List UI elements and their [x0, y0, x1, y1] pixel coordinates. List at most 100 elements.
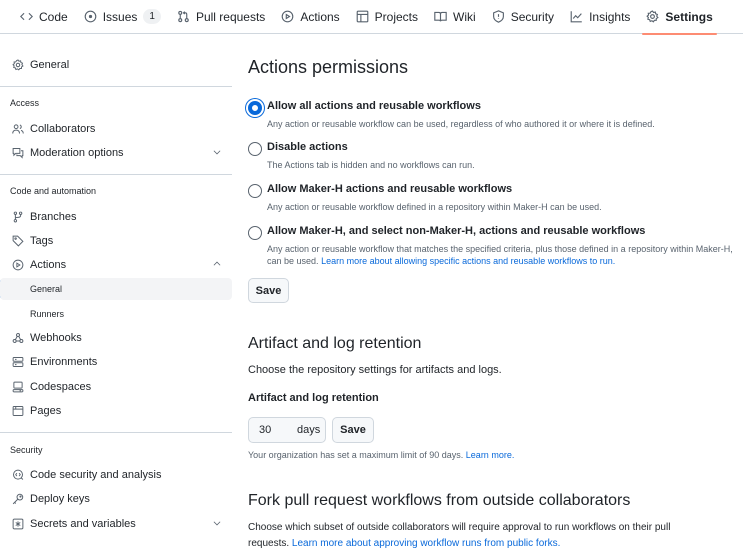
server-icon — [12, 357, 24, 367]
radio-label: Disable actions — [267, 141, 348, 153]
learn-more-link[interactable]: Learn more about approving workflow runs… — [292, 538, 560, 549]
sidebar-heading-code-automation: Code and automation — [10, 186, 97, 196]
sidebar-item-branches[interactable]: Branches — [0, 206, 232, 228]
radio-label: Allow Maker-H actions and reusable workf… — [267, 183, 513, 195]
tab-insights[interactable]: Insights — [562, 0, 638, 34]
radio-label: Allow Maker-H, and select non-Maker-H, a… — [267, 225, 646, 237]
retention-days-value: 30 — [259, 424, 272, 436]
issues-count-badge: 1 — [143, 9, 161, 24]
sidebar-divider — [0, 432, 232, 433]
sidebar-item-general[interactable]: General — [0, 54, 232, 76]
fork-pr-description-line2: requests. Learn more about approving wor… — [248, 538, 560, 549]
tag-icon — [12, 235, 24, 247]
radio-description: Any action or reusable workflow can be u… — [267, 119, 655, 129]
retention-note-text: Your organization has set a maximum limi… — [248, 450, 464, 460]
radio-option-allow-org[interactable]: Allow Maker-H actions and reusable workf… — [248, 183, 743, 213]
sidebar-item-label: Secrets and variables — [30, 518, 136, 530]
sidebar-item-tags[interactable]: Tags — [0, 230, 232, 252]
radio-description: Any action or reusable workflow that mat… — [267, 243, 743, 267]
tab-insights-label: Insights — [589, 9, 631, 24]
sidebar-item-deploy-keys[interactable]: Deploy keys — [0, 488, 232, 510]
sidebar-item-code-security[interactable]: Code security and analysis — [0, 464, 232, 486]
radio-button[interactable] — [248, 226, 262, 240]
radio-description: Any action or reusable workflow defined … — [267, 202, 602, 212]
key-asterisk-icon — [12, 518, 24, 530]
tab-settings-label: Settings — [665, 9, 713, 24]
browser-icon — [12, 406, 24, 416]
book-icon — [434, 11, 447, 22]
sidebar-item-codespaces[interactable]: Codespaces — [0, 376, 232, 398]
sidebar-item-moderation[interactable]: Moderation options — [0, 142, 232, 164]
sidebar-item-environments[interactable]: Environments — [0, 351, 232, 373]
tab-issues[interactable]: Issues 1 — [76, 0, 169, 34]
sidebar-divider — [0, 174, 232, 175]
retention-days-input[interactable]: 30 days — [248, 417, 326, 443]
permissions-save-button[interactable]: Save — [248, 278, 289, 303]
sidebar-item-label: Code security and analysis — [30, 469, 162, 481]
tab-security[interactable]: Security — [484, 0, 562, 34]
actions-permissions-heading: Actions permissions — [248, 57, 409, 77]
tab-actions-label: Actions — [300, 9, 340, 24]
sidebar-item-label: Runners — [30, 309, 65, 319]
sidebar-item-label: Moderation options — [30, 147, 124, 159]
radio-option-disable[interactable]: Disable actions The Actions tab is hidde… — [248, 141, 743, 171]
git-branch-icon — [13, 211, 23, 223]
sidebar-item-actions-general[interactable]: General — [0, 278, 232, 300]
codescan-icon — [13, 469, 24, 480]
sidebar-item-collaborators[interactable]: Collaborators — [0, 118, 232, 140]
pull-request-icon — [178, 10, 189, 23]
artifact-retention-subtitle: Choose the repository settings for artif… — [248, 364, 502, 376]
sidebar-item-label: Branches — [30, 211, 77, 223]
tab-pull-requests[interactable]: Pull requests — [169, 0, 273, 34]
tab-wiki-label: Wiki — [453, 9, 476, 24]
comment-discussion-icon — [12, 148, 24, 159]
tab-projects[interactable]: Projects — [348, 0, 426, 34]
learn-more-link[interactable]: Learn more about allowing specific actio… — [321, 256, 615, 266]
sidebar-item-pages[interactable]: Pages — [0, 400, 232, 422]
settings-main-content: Actions permissions Allow all actions an… — [248, 34, 743, 551]
chevron-down-icon — [213, 521, 221, 526]
gear-icon — [12, 59, 24, 71]
learn-more-link[interactable]: Learn more. — [466, 450, 515, 460]
sidebar-item-label: Pages — [30, 405, 62, 417]
sidebar-item-label: Codespaces — [30, 381, 92, 393]
sidebar-item-label: Deploy keys — [30, 493, 90, 505]
sidebar-item-secrets[interactable]: Secrets and variables — [0, 513, 232, 535]
tab-code-label: Code — [39, 9, 68, 24]
settings-sidebar: General Access Collaborators Moderation … — [0, 34, 232, 551]
tab-settings[interactable]: Settings — [638, 0, 720, 35]
tab-actions[interactable]: Actions — [273, 0, 347, 34]
fork-pr-description-end: requests. — [248, 538, 290, 549]
tab-wiki[interactable]: Wiki — [426, 0, 484, 34]
sidebar-item-label: Tags — [30, 235, 54, 247]
tab-projects-label: Projects — [374, 9, 419, 24]
retention-limit-note: Your organization has set a maximum limi… — [248, 450, 514, 460]
radio-label: Allow all actions and reusable workflows — [267, 100, 481, 112]
sidebar-item-label: Collaborators — [30, 123, 96, 135]
radio-button[interactable] — [248, 142, 262, 156]
chevron-down-icon — [213, 150, 221, 155]
radio-button-checked[interactable] — [248, 101, 262, 115]
sidebar-item-label: Webhooks — [30, 332, 82, 344]
gear-icon — [646, 10, 660, 23]
sidebar-item-actions-runners[interactable]: Runners — [0, 303, 232, 325]
retention-save-button[interactable]: Save — [332, 417, 374, 443]
fork-pr-workflows-heading: Fork pull request workflows from outside… — [248, 492, 631, 509]
sidebar-item-webhooks[interactable]: Webhooks — [0, 327, 232, 349]
radio-button[interactable] — [248, 184, 262, 198]
sidebar-item-actions[interactable]: Actions — [0, 254, 232, 276]
people-icon — [12, 124, 24, 134]
graph-icon — [570, 11, 582, 23]
chevron-up-icon — [213, 261, 221, 266]
tab-security-label: Security — [510, 9, 555, 24]
tab-issues-label: Issues — [102, 9, 138, 24]
tab-pull-requests-label: Pull requests — [195, 9, 266, 24]
webhook-icon — [12, 333, 24, 343]
artifact-retention-heading: Artifact and log retention — [248, 335, 422, 352]
sidebar-item-label: Environments — [30, 356, 98, 368]
tab-code[interactable]: Code — [12, 0, 76, 34]
radio-option-allow-all[interactable]: Allow all actions and reusable workflows… — [248, 100, 743, 130]
key-icon — [12, 493, 24, 505]
issue-icon — [84, 10, 97, 23]
radio-option-allow-select[interactable]: Allow Maker-H, and select non-Maker-H, a… — [248, 225, 743, 269]
